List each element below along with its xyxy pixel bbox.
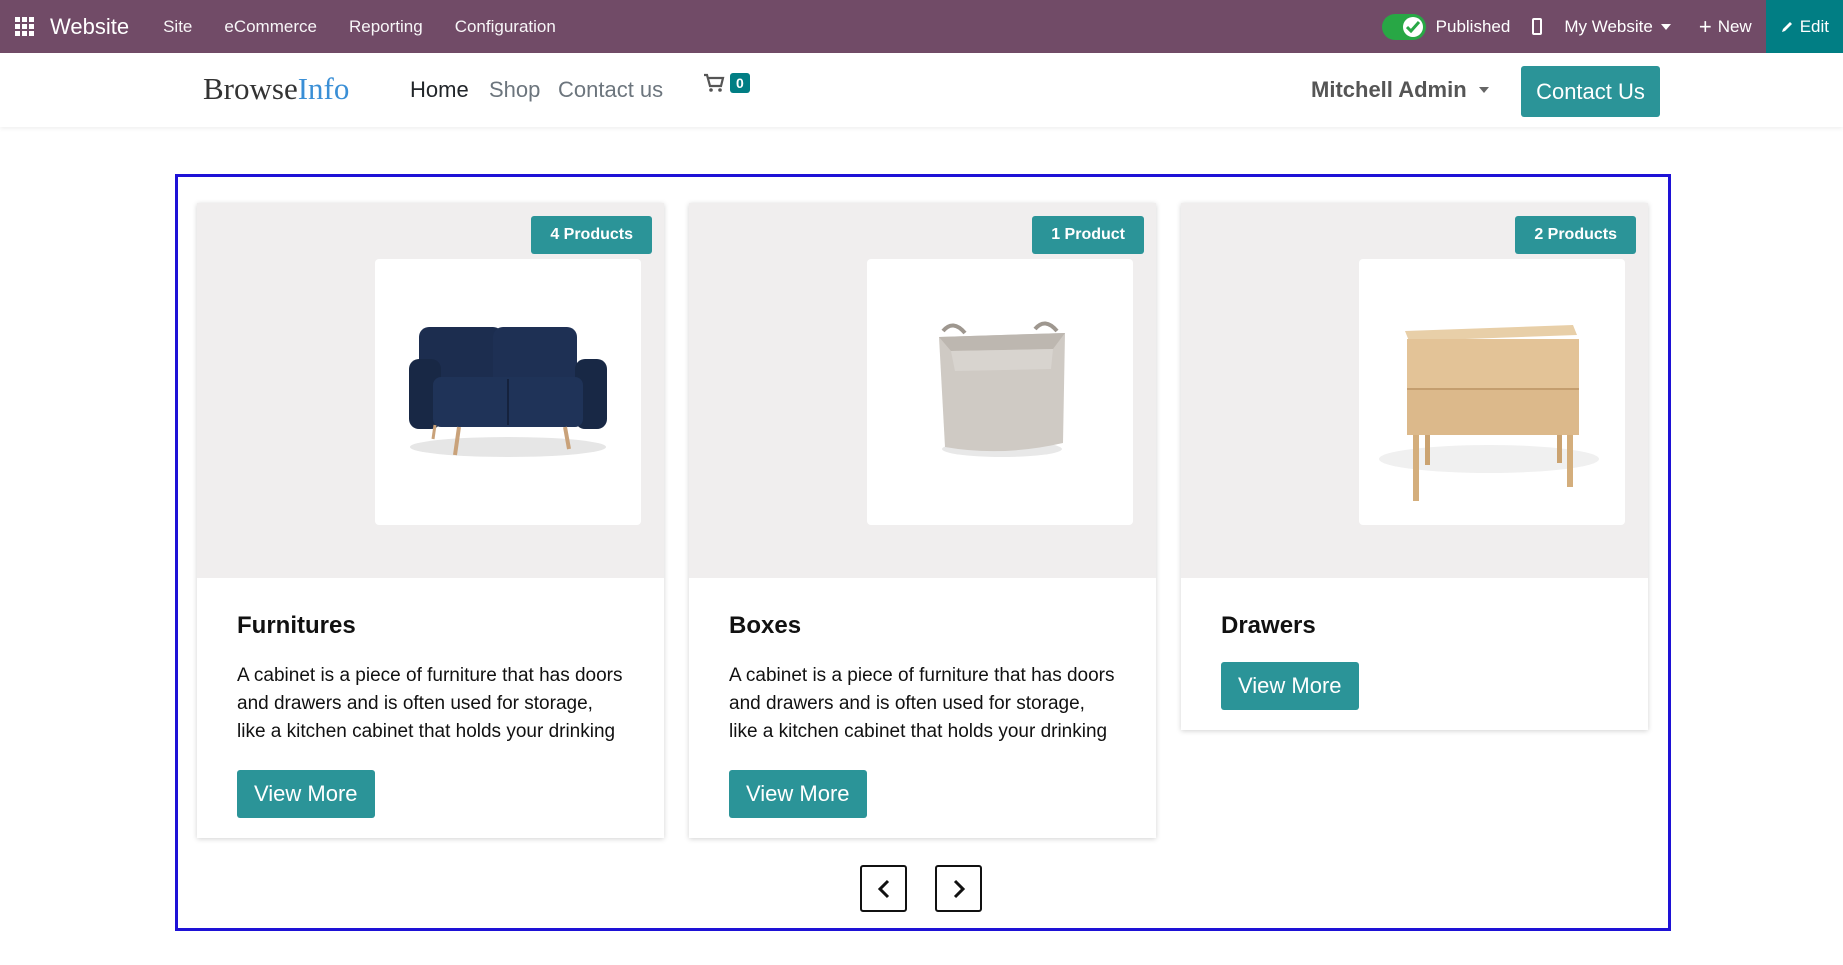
logo-part-1: Browse — [203, 71, 298, 106]
mobile-preview-icon[interactable] — [1532, 18, 1543, 35]
product-count-badge: 4 Products — [531, 216, 652, 254]
nav-home[interactable]: Home — [410, 77, 469, 103]
category-image-area: 1 Product — [689, 203, 1156, 578]
user-menu[interactable]: Mitchell Admin — [1311, 77, 1489, 103]
menu-ecommerce[interactable]: eCommerce — [224, 17, 317, 37]
new-label: New — [1717, 16, 1752, 36]
plus-icon: + — [1698, 13, 1712, 39]
carousel-prev-button[interactable] — [860, 865, 907, 912]
category-title: Drawers — [1221, 612, 1316, 639]
contact-us-button[interactable]: Contact Us — [1521, 66, 1660, 117]
edit-label: Edit — [1799, 16, 1829, 36]
logo-part-2: Info — [297, 71, 350, 106]
carousel-next-button[interactable] — [935, 865, 982, 912]
app-title[interactable]: Website — [50, 14, 129, 40]
view-more-button[interactable]: View More — [1221, 662, 1359, 710]
view-more-button[interactable]: View More — [237, 770, 375, 818]
edit-button[interactable]: Edit — [1765, 0, 1843, 53]
nav-shop[interactable]: Shop — [489, 77, 540, 103]
apps-menu-icon[interactable] — [15, 16, 35, 37]
cart-count-badge: 0 — [730, 73, 750, 93]
website-selector-label: My Website — [1564, 16, 1653, 36]
category-description: A cabinet is a piece of furniture that h… — [237, 665, 623, 742]
category-title: Boxes — [729, 612, 802, 639]
check-icon — [1402, 16, 1423, 37]
nav-contact-us[interactable]: Contact us — [558, 77, 663, 103]
view-more-button[interactable]: View More — [729, 770, 867, 818]
menu-configuration[interactable]: Configuration — [455, 17, 556, 37]
cart-icon[interactable] — [703, 73, 725, 98]
sofa-image[interactable] — [375, 259, 641, 525]
chevron-left-icon — [877, 879, 889, 898]
menu-site[interactable]: Site — [163, 17, 192, 37]
published-toggle[interactable] — [1381, 13, 1426, 40]
published-label[interactable]: Published — [1436, 17, 1511, 37]
product-count-badge: 2 Products — [1515, 216, 1636, 254]
category-card-boxes: 1 Product Boxes A cabinet is a piece of … — [689, 203, 1156, 838]
pencil-icon — [1781, 21, 1792, 32]
caret-down-icon — [1660, 23, 1671, 30]
website-selector[interactable]: My Website — [1564, 17, 1671, 37]
menu-reporting[interactable]: Reporting — [349, 17, 423, 37]
category-description: A cabinet is a piece of furniture that h… — [729, 665, 1115, 742]
product-count-badge: 1 Product — [1032, 216, 1144, 254]
new-button[interactable]: + New — [1698, 13, 1752, 39]
website-header: BrowseInfo Home Shop Contact us 0 Mitche… — [0, 53, 1843, 127]
caret-down-icon — [1478, 87, 1489, 93]
fabric-basket-image[interactable] — [867, 259, 1133, 525]
wooden-drawer-image[interactable] — [1359, 259, 1625, 525]
user-name: Mitchell Admin — [1311, 77, 1467, 102]
category-title: Furnitures — [237, 612, 356, 639]
admin-topbar: Website Site eCommerce Reporting Configu… — [0, 0, 1843, 53]
category-image-area: 2 Products — [1181, 203, 1648, 578]
category-card-furnitures: 4 Products Furnitures A cabinet is a pie… — [197, 203, 664, 838]
category-image-area: 4 Products — [197, 203, 664, 578]
category-card-drawers: 2 Products Drawers View More — [1181, 203, 1648, 730]
chevron-right-icon — [953, 879, 965, 898]
site-logo[interactable]: BrowseInfo — [203, 71, 349, 107]
